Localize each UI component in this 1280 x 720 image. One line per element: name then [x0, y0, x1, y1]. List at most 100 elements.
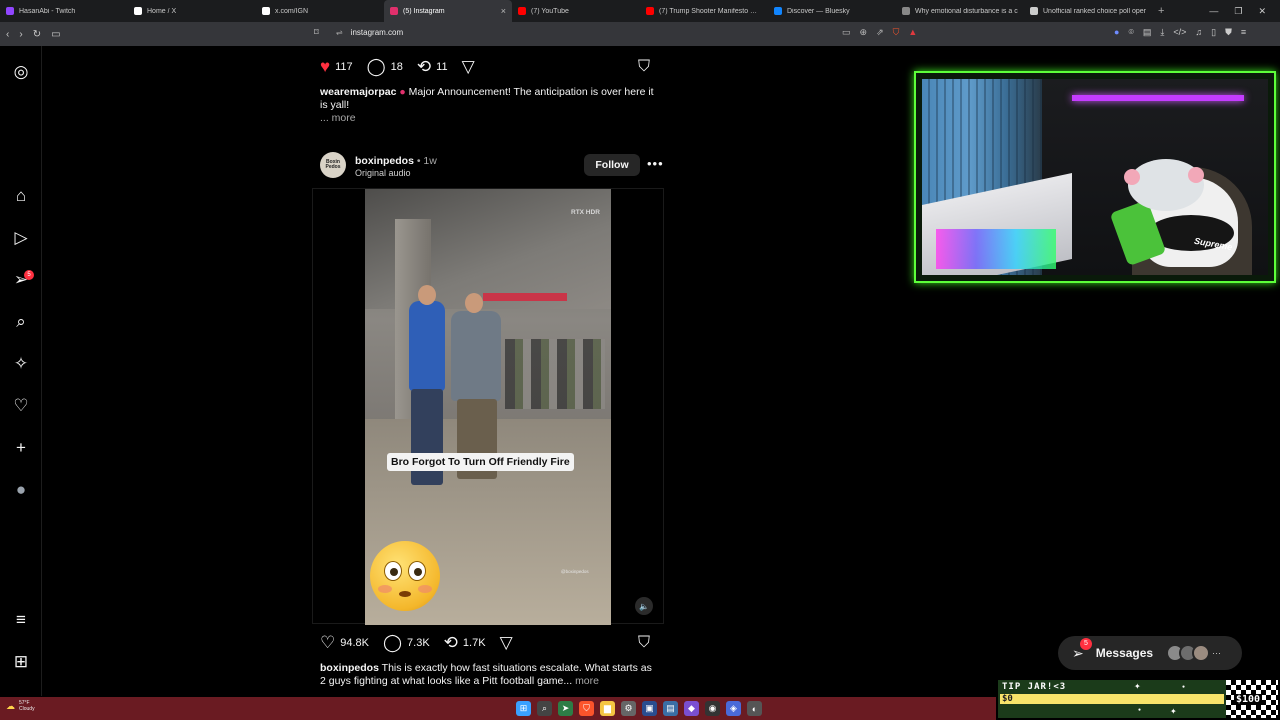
browser-tab[interactable]: (5) Instagram × [384, 0, 512, 22]
terminal-icon[interactable]: ▣ [642, 701, 657, 716]
save-bookmark-icon[interactable]: ⛉ [638, 58, 650, 76]
more-link[interactable]: ... more [320, 112, 356, 124]
repost-icon: ⟲ [443, 633, 458, 652]
tab-title: Why emotional disturbance is a c [915, 7, 1018, 15]
forward-icon[interactable]: › [19, 29, 22, 40]
comment-button[interactable]: ◯ 18 [367, 58, 403, 75]
messages-drawer-button[interactable]: ➢ 5 Messages ··· [1058, 636, 1242, 670]
more-options-icon[interactable]: ••• [647, 156, 664, 171]
new-tab-button[interactable]: + [1152, 5, 1170, 17]
download-icon[interactable]: ⤓ [1160, 27, 1164, 38]
close-window-icon[interactable]: ✕ [1258, 6, 1266, 17]
back-icon[interactable]: ‹ [6, 29, 9, 40]
site-info-icon[interactable]: ⇌ [336, 28, 343, 37]
browser-tab[interactable]: x.com/IGN [256, 0, 384, 22]
explore-icon[interactable]: ✧ [11, 354, 31, 374]
home-icon[interactable]: ⌂ [11, 186, 31, 206]
sidebar-toggle-icon[interactable]: ▭ [51, 29, 60, 40]
caption-username[interactable]: wearemajorpac [320, 86, 396, 98]
bookmark-icon[interactable]: ⌑ [314, 27, 319, 38]
video-head-1 [418, 285, 436, 305]
app-icon[interactable]: ◆ [684, 701, 699, 716]
create-plus-icon[interactable]: + [11, 438, 31, 458]
video-person-blue [409, 301, 445, 391]
send-icon: ▽ [461, 57, 475, 76]
app-icon[interactable]: ◐ [747, 701, 762, 716]
brave-icon[interactable]: ⛉ [579, 701, 594, 716]
settings-icon[interactable]: ⚙ [621, 701, 636, 716]
browser-tab[interactable]: Discover — Bluesky [768, 0, 896, 22]
emoji-eye-right [408, 561, 426, 581]
repost-button[interactable]: ⟲ 1.7K [444, 634, 486, 651]
tip-jar-current: $0 [1002, 694, 1013, 704]
wallet-icon[interactable]: ▤ [1143, 27, 1152, 38]
maximize-icon[interactable]: ❐ [1234, 6, 1242, 17]
mute-icon[interactable]: 🔈 [635, 597, 653, 615]
screenshot-icon[interactable]: ⌾ [1128, 27, 1133, 38]
instagram-sidebar: ⊞ ≡ ● + ♡ ✧ ⌕ ➢ ▷ ⌂ ◎ 5 [0, 46, 42, 696]
obs-icon[interactable]: ◉ [705, 701, 720, 716]
messages-badge: 5 [1080, 637, 1092, 650]
messages-avatars: ··· [1166, 644, 1221, 662]
taskbar-apps: ⊞ ⌕ ➤ ⛉ ▆ ⚙ ▣ ▤ ◆ ◉ ◈ ◐ [516, 701, 762, 716]
minimize-icon[interactable]: — [1209, 6, 1218, 17]
post-audio[interactable]: Original audio [355, 168, 411, 178]
caption-username[interactable]: boxinpedos [320, 662, 379, 674]
browser-tab[interactable]: (7) YouTube [512, 0, 640, 22]
windows-start-icon[interactable]: ⊞ [516, 701, 531, 716]
avatar [1192, 644, 1210, 662]
tip-jar-bar: TIP JAR!<3 ✦ ● ● ✦ $0 [998, 680, 1226, 718]
browser-tab[interactable]: Home / X [128, 0, 256, 22]
instagram-logo-icon[interactable]: ◎ [11, 62, 31, 82]
heart-icon: ♡ [320, 633, 336, 652]
url-text: instagram.com [350, 28, 404, 37]
vpn-icon[interactable]: ⛊ [1225, 27, 1232, 38]
more-link[interactable]: more [575, 675, 599, 687]
file-explorer-icon[interactable]: ▆ [600, 701, 615, 716]
browser-tab[interactable]: HasanAbi - Twitch [0, 0, 128, 22]
devtools-icon[interactable]: </> [1173, 27, 1186, 38]
comment-button[interactable]: ◯ 7.3K [383, 634, 430, 651]
browser-tab[interactable]: Unofficial ranked choice poll oper [1024, 0, 1152, 22]
emoji-mouth [399, 591, 411, 597]
share-button[interactable]: ▽ [500, 634, 513, 651]
browser-icon[interactable]: ◈ [726, 701, 741, 716]
comment-icon: ◯ [366, 57, 386, 76]
repost-count: 11 [436, 60, 448, 73]
video-crowd [505, 339, 605, 409]
share-button[interactable]: ▽ [462, 58, 475, 75]
brave-shield-icon[interactable]: ⛉ [893, 27, 900, 38]
browser-tab[interactable]: (7) Trump Shooter Manifesto Gets [640, 0, 768, 22]
reload-icon[interactable]: ↻ [33, 29, 41, 40]
share-icon[interactable]: ⇗ [876, 27, 884, 38]
browser-menu-icon[interactable]: ≡ [1241, 27, 1246, 38]
reels-icon[interactable]: ▷ [11, 228, 31, 248]
notes-icon[interactable]: ▤ [663, 701, 678, 716]
menu-icon[interactable]: ≡ [11, 610, 31, 630]
avatar[interactable]: Boxin Pedos [320, 152, 346, 178]
repost-button[interactable]: ⟲ 11 [417, 58, 448, 75]
profile-avatar-icon[interactable]: ● [11, 480, 31, 500]
app-icon[interactable]: ➤ [558, 701, 573, 716]
like-button[interactable]: ♡ 94.8K [320, 634, 369, 651]
threads-apps-icon[interactable]: ⊞ [11, 652, 31, 672]
post-username[interactable]: boxinpedos [355, 155, 414, 167]
browser-tab[interactable]: Why emotional disturbance is a c [896, 0, 1024, 22]
zoom-icon[interactable]: ⊕ [860, 27, 868, 38]
extension-icon[interactable]: ● [1114, 27, 1119, 38]
repost-count: 1.7K [462, 636, 486, 649]
search-icon[interactable]: ⌕ [11, 312, 31, 332]
follow-button[interactable]: Follow [584, 154, 640, 176]
weather-widget[interactable]: ☁ 57°F Cloudy [6, 700, 35, 712]
url-field[interactable]: ⇌ instagram.com [336, 28, 403, 37]
media-icon[interactable]: ♫ [1195, 27, 1202, 38]
save-bookmark-icon[interactable]: ⛉ [638, 634, 650, 652]
post2-video[interactable]: RTX HDR Bro Forgot To Turn Off Friendly … [312, 188, 664, 625]
reader-icon[interactable]: ▯ [1211, 27, 1216, 38]
cast-icon[interactable]: ▭ [842, 27, 851, 38]
like-button[interactable]: ♥ 117 [320, 58, 353, 75]
brave-rewards-icon[interactable]: ▲ [908, 27, 917, 38]
search-icon[interactable]: ⌕ [537, 701, 552, 716]
notifications-heart-icon[interactable]: ♡ [11, 396, 31, 416]
tab-close-icon[interactable]: × [501, 6, 506, 16]
